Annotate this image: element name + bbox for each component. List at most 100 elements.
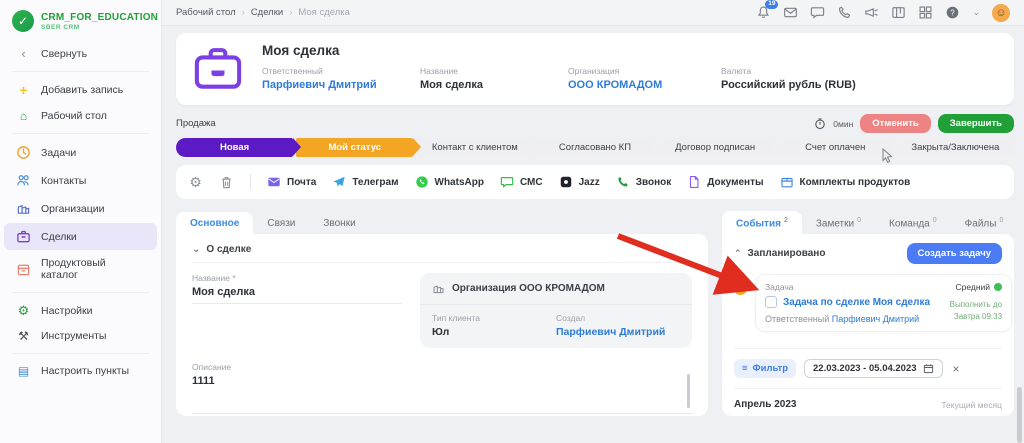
collapse-sidebar-button[interactable]: ‹ Свернуть	[4, 41, 157, 66]
breadcrumb-desktop[interactable]: Рабочий стол	[176, 7, 236, 18]
stage-client-contact[interactable]: Контакт с клиентом	[416, 138, 533, 157]
task-checkbox[interactable]	[765, 296, 777, 308]
document-icon	[687, 175, 701, 189]
call-action[interactable]: Звонок	[616, 175, 672, 189]
chevron-down-icon[interactable]: ⌄	[972, 7, 980, 18]
sidebar-item-product-catalog[interactable]: Продуктовый каталог	[4, 251, 157, 287]
megaphone-icon[interactable]	[864, 5, 879, 20]
finish-deal-button[interactable]: Завершить	[938, 114, 1014, 133]
product-kits-action[interactable]: Комплекты продуктов	[780, 175, 911, 189]
plus-icon: +	[16, 83, 31, 97]
telegram-action[interactable]: Телеграм	[332, 175, 398, 189]
due-value: Завтра 09:33	[930, 311, 1002, 323]
crm-app-window: ✓ CRM_FOR_EDUCATION SBER CRM ‹ Свернуть …	[0, 0, 1024, 443]
priority-dot-icon	[994, 283, 1002, 291]
events-count: 2	[784, 217, 788, 224]
add-record-button[interactable]: + Добавить запись	[4, 77, 157, 103]
required-asterisk: *	[232, 273, 235, 283]
create-task-button[interactable]: Создать задачу	[907, 243, 1002, 264]
window-scrollbar[interactable]	[1017, 387, 1022, 443]
help-icon[interactable]: ?	[945, 5, 960, 20]
sidebar-item-contacts[interactable]: Контакты	[4, 167, 157, 194]
trash-icon[interactable]	[219, 175, 234, 190]
responsible-link[interactable]: Парфиевич Дмитрий	[262, 79, 392, 91]
task-type-label: Задача	[765, 282, 930, 292]
main-area: Рабочий стол › Сделки › Моя сделка 19 ? …	[162, 0, 1024, 443]
divider	[12, 292, 149, 293]
section-about-deal[interactable]: ⌄ О сделке	[192, 244, 692, 263]
organization-card[interactable]: Организация ООО КРОМАДОМ Тип клиента Юл …	[420, 273, 692, 348]
chevron-left-icon: ‹	[16, 47, 31, 60]
mail-icon[interactable]	[783, 5, 798, 20]
clear-filter-icon[interactable]: ×	[953, 362, 960, 376]
tab-events[interactable]: События2	[722, 211, 802, 234]
stage-my-status[interactable]: Мой статус	[296, 138, 413, 157]
task-responsible-link[interactable]: Парфиевич Дмитрий	[832, 314, 919, 324]
pipeline-section: Продажа 0мин Отменить Завершить Новая Мо…	[176, 114, 1014, 157]
tab-relations[interactable]: Связи	[253, 212, 309, 234]
planned-section-toggle[interactable]: ⌃ Запланировано	[734, 248, 825, 259]
tab-calls[interactable]: Звонки	[309, 212, 369, 234]
name-value[interactable]: Моя сделка	[192, 286, 402, 304]
building-icon	[432, 282, 445, 295]
app-logo[interactable]: ✓ CRM_FOR_EDUCATION SBER CRM	[0, 8, 161, 40]
sms-icon	[500, 175, 514, 189]
breadcrumb-deals[interactable]: Сделки	[251, 7, 283, 18]
description-field[interactable]: Описание 1111	[192, 362, 692, 414]
sidebar-item-configure-menu[interactable]: ▤ Настроить пункты	[4, 359, 157, 383]
main-tabs: Основное Связи Звонки	[176, 210, 708, 234]
menu-config-icon: ▤	[16, 365, 31, 377]
board-icon[interactable]	[891, 5, 906, 20]
organization-link[interactable]: ООО КРОМАДОМ	[568, 79, 693, 91]
home-icon: ⌂	[16, 110, 31, 122]
filter-button[interactable]: ≡ Фильтр	[734, 359, 796, 378]
stage-invoice-paid[interactable]: Счет оплачен	[777, 138, 894, 157]
tab-notes[interactable]: Заметки0	[802, 211, 875, 234]
whatsapp-icon	[415, 175, 429, 189]
task-card[interactable]: Задача Задача по сделке Моя сделка Ответ…	[755, 274, 1012, 332]
collapse-label: Свернуть	[41, 48, 87, 60]
date-range-input[interactable]: 22.03.2023 - 05.04.2023	[804, 359, 943, 378]
current-month-badge: Текущий месяц	[941, 400, 1002, 410]
mail-action[interactable]: Почта	[267, 175, 316, 189]
tab-team[interactable]: Команда0	[875, 211, 951, 234]
stage-new[interactable]: Новая	[176, 138, 293, 157]
logo-subtitle: SBER CRM	[41, 24, 158, 31]
month-header: Апрель 2023	[734, 399, 796, 410]
phone-icon[interactable]	[837, 5, 852, 20]
jazz-action[interactable]: Jazz	[559, 175, 600, 189]
stage-contract-signed[interactable]: Договор подписан	[657, 138, 774, 157]
whatsapp-action[interactable]: WhatsApp	[415, 175, 484, 189]
creator-link[interactable]: Парфиевич Дмитрий	[556, 326, 680, 338]
events-column: События2 Заметки0 Команда0 Файлы0 ⌃ Запл…	[722, 210, 1014, 416]
task-priority: Средний	[955, 282, 990, 292]
sidebar-item-deals[interactable]: Сделки	[4, 223, 157, 250]
timeline-task-dot	[734, 282, 747, 295]
box-icon	[780, 175, 794, 189]
sidebar-item-settings[interactable]: ⚙ Настройки	[4, 298, 157, 323]
sms-action[interactable]: СМС	[500, 175, 543, 189]
description-scrollbar[interactable]	[687, 374, 690, 408]
chat-icon[interactable]	[810, 5, 825, 20]
notifications-bell-icon[interactable]: 19	[756, 5, 771, 20]
sidebar-item-tools[interactable]: ⚒ Инструменты	[4, 324, 157, 348]
cancel-deal-button[interactable]: Отменить	[860, 114, 930, 133]
content-row: Основное Связи Звонки ⌄ О сделке Названи…	[176, 210, 1014, 416]
sidebar-item-tasks[interactable]: Задачи	[4, 139, 157, 166]
sidebar-item-organizations[interactable]: Организации	[4, 195, 157, 222]
stage-kp-approved[interactable]: Согласовано КП	[536, 138, 653, 157]
user-avatar[interactable]: ☺	[992, 4, 1010, 22]
sidebar-item-desktop[interactable]: ⌂ Рабочий стол	[4, 104, 157, 128]
documents-action[interactable]: Документы	[687, 175, 763, 189]
field-currency: Валюта Российский рубль (RUB)	[721, 66, 856, 91]
actions-toolbar: ⚙ Почта Телеграм WhatsApp СМС Jazz	[176, 165, 1014, 199]
task-title-link[interactable]: Задача по сделке Моя сделка	[783, 297, 930, 308]
description-value[interactable]: 1111	[192, 375, 692, 414]
tab-main[interactable]: Основное	[176, 212, 253, 234]
name-field[interactable]: Название * Моя сделка	[192, 273, 402, 348]
apps-grid-icon[interactable]	[918, 5, 933, 20]
settings-gear-icon[interactable]: ⚙	[188, 175, 203, 189]
stage-timer: 0мин	[833, 119, 853, 129]
tab-files[interactable]: Файлы0	[951, 211, 1018, 234]
stage-closed[interactable]: Закрыта/Заключена	[897, 138, 1014, 157]
